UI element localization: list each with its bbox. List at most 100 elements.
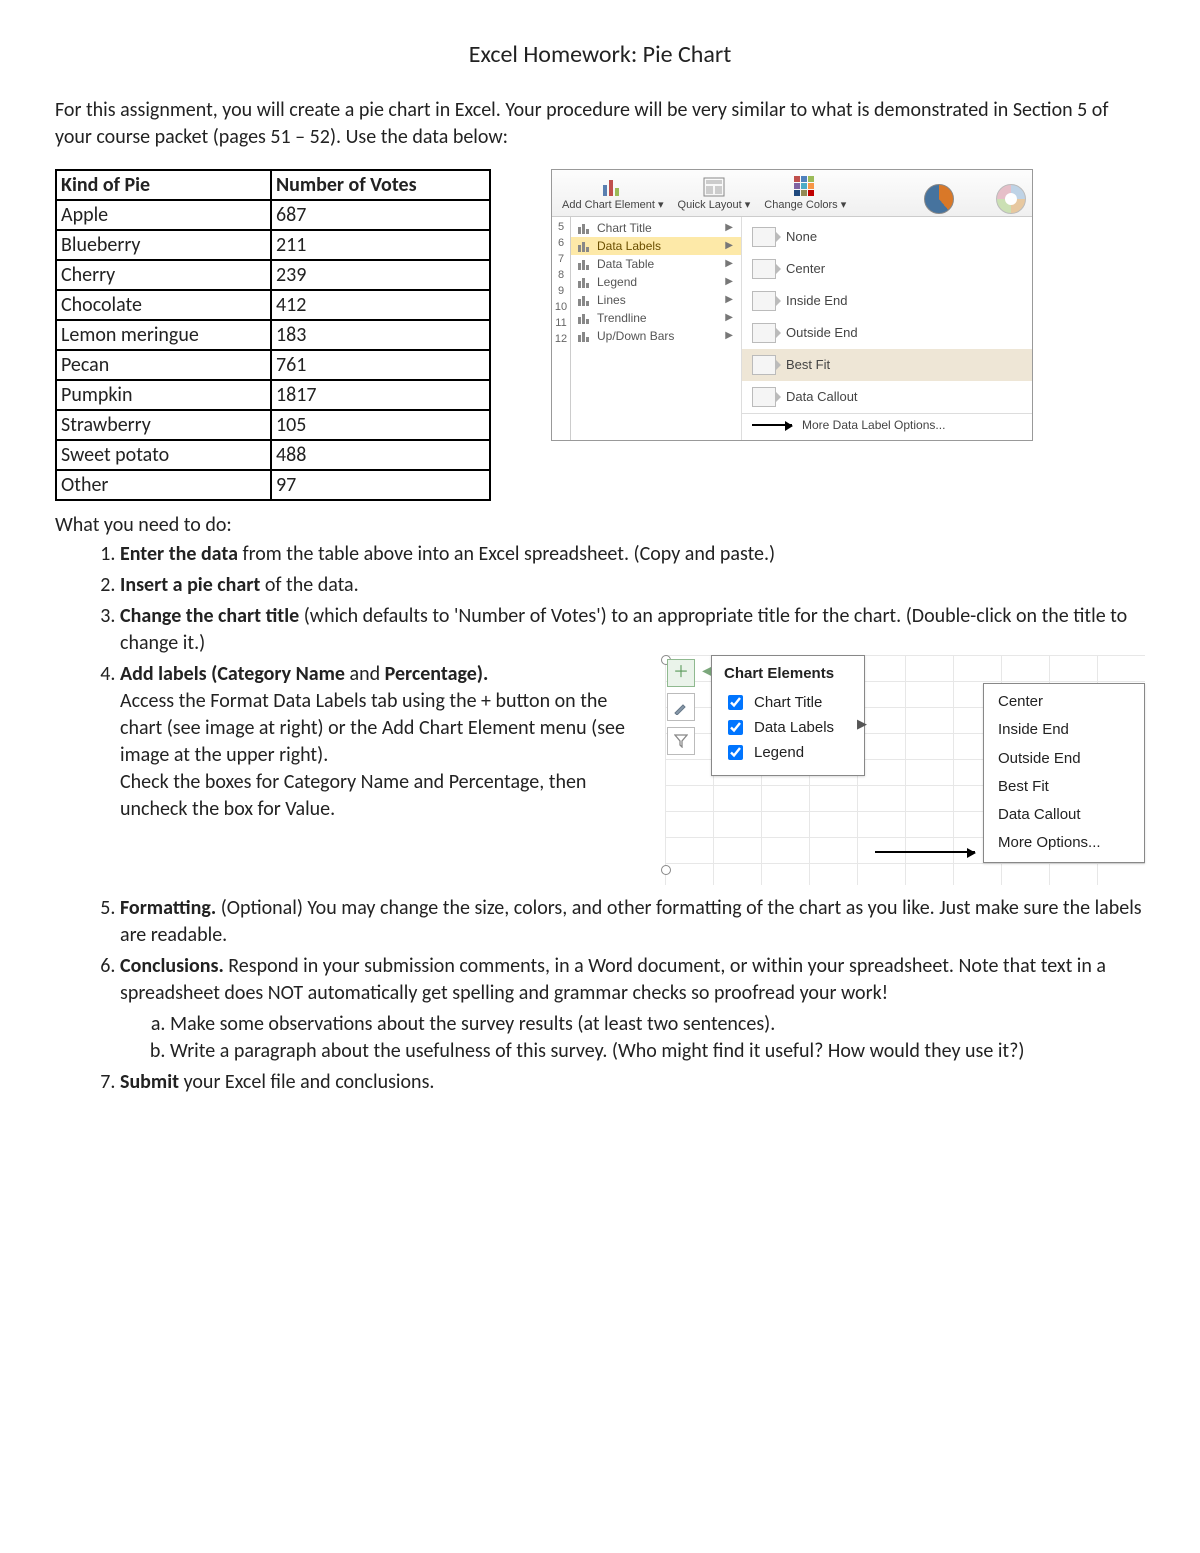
table-cell: 488 [271,440,490,470]
flyout-item[interactable]: Center [984,688,1144,716]
menu-item[interactable]: Data Labels▶ [571,237,741,255]
table-cell: 412 [271,290,490,320]
change-colors-label: Change Colors ▾ [764,200,846,212]
step-1: Enter the data from the table above into… [120,541,1145,568]
checkbox[interactable] [728,695,743,710]
chart-element-checkbox[interactable]: Chart Title [724,690,834,715]
layout-icon [701,176,727,198]
step-4-body: Access the Format Data Labels tab using … [120,689,625,821]
chart-element-checkbox[interactable]: Data Labels [724,715,834,740]
menu-item[interactable]: Lines▶ [571,291,741,309]
flyout-item[interactable]: Inside End [984,716,1144,744]
step-3: Change the chart title (which defaults t… [120,603,1145,657]
worksheet-row-numbers: 56789101112 [552,217,571,440]
label-tag-icon [752,259,776,279]
intro-paragraph: For this assignment, you will create a p… [55,97,1145,151]
step-6: Conclusions. Respond in your submission … [120,953,1145,1065]
table-row: Cherry239 [56,260,490,290]
chart-elements-screenshot: ＋ ◄ Chart Elements Chart TitleData Label… [665,655,1145,885]
more-data-label-options[interactable]: More Data Label Options... [742,413,1032,436]
arrow-right-icon [875,851,975,853]
menu-item[interactable]: Trendline▶ [571,309,741,327]
label-tag-icon [752,355,776,375]
checkbox[interactable] [728,745,743,760]
chart-plus-button[interactable]: ＋ [667,659,695,687]
chart-element-checkbox[interactable]: Legend [724,740,834,765]
menu-glyph-icon [577,293,591,307]
menu-item[interactable]: Chart Title▶ [571,219,741,237]
table-cell: Strawberry [56,410,271,440]
table-row: Blueberry211 [56,230,490,260]
menu-item[interactable]: Up/Down Bars▶ [571,327,741,345]
submenu-item[interactable]: Center [742,253,1032,285]
step-7: Submit your Excel file and conclusions. [120,1069,1145,1096]
instructions-heading: What you need to do: [55,513,1145,537]
menu-glyph-icon [577,329,591,343]
page-title: Excel Homework: Pie Chart [55,40,1145,69]
donut-style-icon[interactable] [996,184,1026,214]
table-row: Other97 [56,470,490,500]
excel-ribbon-screenshot: Add Chart Element ▾ Quick Layout ▾ Chang… [551,169,1033,441]
more-options-label: More Data Label Options... [802,418,945,432]
table-cell: Pumpkin [56,380,271,410]
quick-layout-button[interactable]: Quick Layout ▾ [674,174,755,214]
data-labels-flyout: CenterInside EndOutside EndBest FitData … [983,683,1145,863]
arrow-right-icon [752,424,792,426]
table-cell: Chocolate [56,290,271,320]
chart-elements-title: Chart Elements [724,664,834,684]
menu-glyph-icon [577,275,591,289]
step-2: Insert a pie chart of the data. [120,572,1145,599]
checkbox[interactable] [728,720,743,735]
submenu-item[interactable]: Data Callout [742,381,1032,413]
menu-glyph-icon [577,239,591,253]
table-cell: Lemon meringue [56,320,271,350]
step-5: Formatting. (Optional) You may change th… [120,895,1145,949]
flyout-item[interactable]: Data Callout [984,801,1144,829]
pie-style-icon[interactable] [924,184,954,214]
table-cell: Sweet potato [56,440,271,470]
table-row: Sweet potato488 [56,440,490,470]
table-cell: Apple [56,200,271,230]
col-header-votes: Number of Votes [271,170,490,200]
submenu-item[interactable]: None [742,221,1032,253]
menu-item[interactable]: Legend▶ [571,273,741,291]
chart-element-menu: Chart Title▶Data Labels▶Data Table▶Legen… [571,217,742,440]
table-cell: Blueberry [56,230,271,260]
data-labels-submenu: NoneCenterInside EndOutside EndBest FitD… [742,217,1032,440]
table-cell: Other [56,470,271,500]
label-tag-icon [752,291,776,311]
submenu-item[interactable]: Inside End [742,285,1032,317]
submenu-item[interactable]: Outside End [742,317,1032,349]
table-row: Strawberry105 [56,410,490,440]
submenu-item[interactable]: Best Fit [742,349,1032,381]
label-tag-icon [752,323,776,343]
add-chart-element-label: Add Chart Element ▾ [562,200,664,212]
step-6b: Write a paragraph about the usefulness o… [170,1038,1145,1065]
table-row: Chocolate412 [56,290,490,320]
submenu-arrow-icon: ▶ [857,715,867,733]
table-cell: 239 [271,260,490,290]
table-row: Pumpkin1817 [56,380,490,410]
table-cell: 1817 [271,380,490,410]
table-row: Apple687 [56,200,490,230]
menu-item[interactable]: Data Table▶ [571,255,741,273]
flyout-item[interactable]: Best Fit [984,773,1144,801]
table-cell: 211 [271,230,490,260]
chart-filter-button[interactable] [667,727,695,755]
chart-brush-button[interactable] [667,693,695,721]
label-tag-icon [752,227,776,247]
table-cell: Cherry [56,260,271,290]
table-cell: 97 [271,470,490,500]
step-6a: Make some observations about the survey … [170,1011,1145,1038]
table-row: Lemon meringue183 [56,320,490,350]
menu-glyph-icon [577,221,591,235]
change-colors-button[interactable]: Change Colors ▾ [760,174,850,214]
flyout-item[interactable]: More Options... [984,829,1144,857]
table-cell: 687 [271,200,490,230]
flyout-item[interactable]: Outside End [984,745,1144,773]
add-chart-element-button[interactable]: Add Chart Element ▾ [558,174,668,214]
step-4: ＋ ◄ Chart Elements Chart TitleData Label… [120,661,1145,891]
pie-votes-table: Kind of Pie Number of Votes Apple687Blue… [55,169,491,501]
table-cell: Pecan [56,350,271,380]
chart-icon [600,176,626,198]
